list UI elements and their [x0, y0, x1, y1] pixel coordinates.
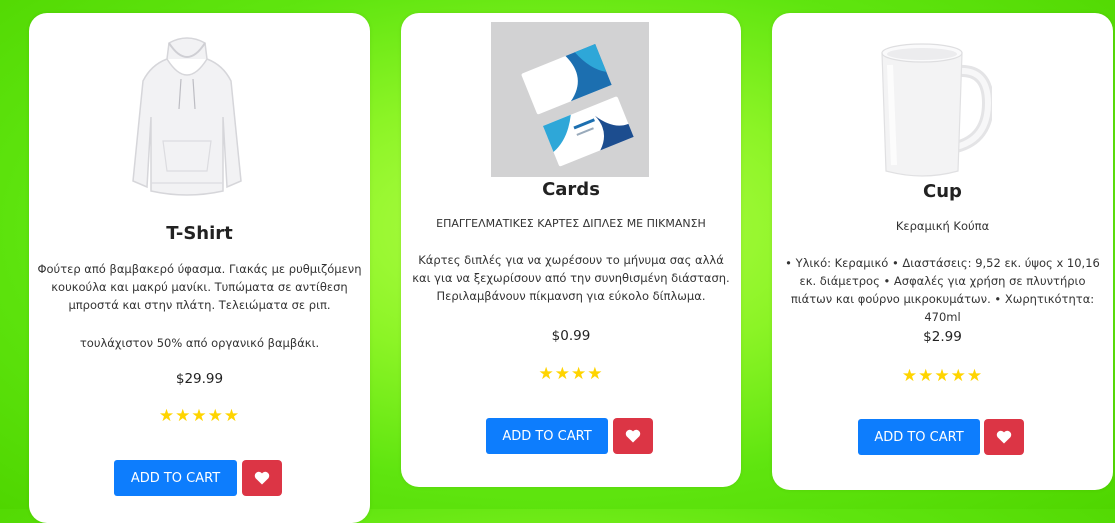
product-subtitle: Κεραμική Κούπα	[895, 219, 990, 233]
star-rating: ★★★★★	[158, 406, 241, 426]
product-title: T-Shirt	[166, 223, 233, 244]
heart-icon	[625, 429, 641, 443]
add-to-cart-button[interactable]: ADD TO CART	[114, 460, 237, 496]
add-to-cart-button[interactable]: ADD TO CART	[486, 418, 608, 454]
wishlist-button[interactable]	[984, 419, 1024, 455]
mug-image	[881, 43, 992, 177]
heart-icon	[254, 471, 270, 485]
product-description: Φούτερ από βαμβακερό ύφασμα. Γιακάς με ρ…	[37, 262, 362, 312]
star-rating: ★★★★	[538, 364, 604, 384]
product-description: • Υλικό: Κεραμικό • Διαστάσεις: 9,52 εκ.…	[785, 256, 1100, 324]
hoodie-image	[132, 37, 242, 196]
product-description: Κάρτες διπλές για να χωρέσουν το μήνυμα …	[412, 253, 730, 303]
product-card-cards: Cards ΕΠΑΓΓΕΛΜΑΤΙΚΕΣ ΚΑΡΤΕΣ ΔΙΠΛΕΣ ΜΕ ΠΙ…	[401, 13, 741, 487]
wishlist-button[interactable]	[242, 460, 282, 496]
star-rating: ★★★★★	[901, 366, 984, 386]
product-subtitle: ΕΠΑΓΓΕΛΜΑΤΙΚΕΣ ΚΑΡΤΕΣ ΔΙΠΛΕΣ ΜΕ ΠΙΚΜΑΝΣΗ	[436, 217, 706, 230]
product-price: $0.99	[551, 328, 591, 344]
product-price: $29.99	[175, 371, 224, 387]
product-extra-note: τουλάχιστον 50% από οργανικό βαμβάκι.	[79, 336, 320, 350]
heart-icon	[996, 430, 1012, 444]
product-title: Cup	[923, 181, 962, 202]
product-title: Cards	[542, 179, 600, 200]
wishlist-button[interactable]	[613, 418, 653, 454]
business-cards-image	[491, 22, 649, 177]
product-card-cup: Cup Κεραμική Κούπα • Υλικό: Κεραμικό • Δ…	[772, 13, 1113, 490]
add-to-cart-button[interactable]: ADD TO CART	[858, 419, 980, 455]
product-price: $2.99	[923, 329, 962, 345]
product-card-tshirt: T-Shirt Φούτερ από βαμβακερό ύφασμα. Για…	[29, 13, 370, 523]
